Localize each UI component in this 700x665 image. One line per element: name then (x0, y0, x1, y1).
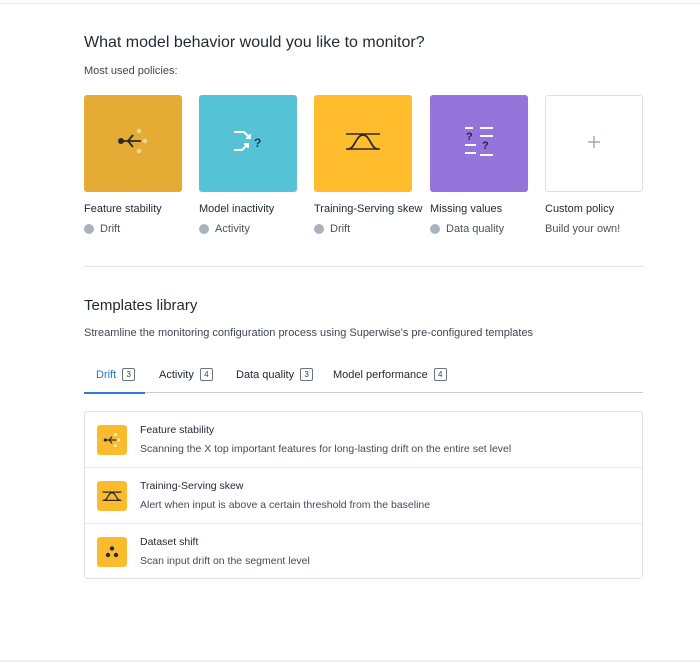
template-name: Feature stability (140, 424, 215, 436)
tab-count-badge: 4 (199, 368, 213, 381)
category-dot (84, 224, 94, 234)
category-label: Activity (215, 223, 250, 235)
category-label: Drift (330, 223, 351, 235)
svg-text:?: ? (482, 140, 489, 152)
tab-data-quality[interactable]: Data quality 3 (236, 356, 314, 393)
tab-model-performance[interactable]: Model performance 4 (333, 356, 447, 393)
plus-icon (587, 132, 601, 155)
policy-cards: Feature stability Drift ? Model inactivi… (84, 95, 643, 245)
template-list: Feature stability Scanning the X top imp… (84, 411, 643, 579)
tab-drift[interactable]: Drift 3 (83, 356, 146, 394)
policy-name: Feature stability (84, 203, 162, 215)
template-name: Dataset shift (140, 536, 199, 548)
tab-label: Data quality (236, 368, 295, 381)
policy-tile[interactable] (84, 95, 182, 192)
template-tabs: Drift 3 Activity 4 Data quality 3 Model … (83, 356, 643, 394)
section-divider (84, 266, 643, 267)
template-name: Training-Serving skew (140, 480, 244, 492)
svg-text:?: ? (466, 131, 473, 143)
most-used-label: Most used policies: (84, 65, 178, 77)
category-label: Drift (100, 223, 121, 235)
tab-label: Activity (159, 368, 194, 381)
template-row-training-serving-skew[interactable]: Training-Serving skew Alert when input i… (85, 468, 642, 524)
tab-label: Model performance (333, 368, 428, 381)
policy-name: Training-Serving skew (314, 203, 423, 215)
templates-library-title: Templates library (84, 297, 198, 314)
training-serving-skew-icon (343, 123, 383, 164)
policy-card-custom[interactable]: Custom policy Build your own! (545, 95, 643, 245)
category-label: Data quality (446, 223, 505, 235)
policy-card-model-inactivity[interactable]: ? Model inactivity Activity (199, 95, 297, 245)
top-border (0, 3, 700, 4)
tab-count-badge: 4 (433, 368, 447, 381)
policy-category: Build your own! (545, 223, 621, 235)
tab-count-badge: 3 (122, 368, 136, 381)
training-serving-skew-icon (97, 481, 127, 511)
policy-tile[interactable] (545, 95, 643, 192)
template-row-feature-stability[interactable]: Feature stability Scanning the X top imp… (85, 412, 642, 468)
dataset-shift-icon (97, 537, 127, 567)
category-dot (430, 224, 440, 234)
tab-activity[interactable]: Activity 4 (159, 356, 213, 393)
policy-category: Drift (314, 223, 350, 235)
template-description: Scanning the X top important features fo… (140, 443, 512, 455)
tab-count-badge: 3 (300, 368, 314, 381)
policy-name: Missing values (430, 203, 503, 215)
policy-tile[interactable]: ? (199, 95, 297, 192)
policy-tile[interactable] (314, 95, 412, 192)
policy-card-feature-stability[interactable]: Feature stability Drift (84, 95, 182, 245)
templates-library-description: Streamline the monitoring configuration … (84, 327, 534, 339)
policy-card-training-serving-skew[interactable]: Training-Serving skew Drift (314, 95, 422, 245)
policy-tile[interactable]: ? ? (430, 95, 528, 192)
feature-stability-icon (97, 425, 127, 455)
policy-category: Activity (199, 223, 250, 235)
svg-text:?: ? (254, 136, 261, 150)
tab-label: Drift (96, 368, 117, 381)
missing-values-icon: ? ? (461, 123, 497, 164)
category-dot (199, 224, 209, 234)
feature-stability-icon (115, 123, 151, 164)
page-title: What model behavior would you like to mo… (84, 34, 425, 51)
model-inactivity-icon: ? (230, 123, 266, 164)
policy-category: Drift (84, 223, 120, 235)
policy-card-missing-values[interactable]: ? ? Missing values Data quality (430, 95, 528, 245)
policy-name: Custom policy (545, 203, 615, 215)
category-dot (314, 224, 324, 234)
bottom-border (0, 660, 700, 662)
template-description: Alert when input is above a certain thre… (140, 499, 431, 511)
template-description: Scan input drift on the segment level (140, 555, 310, 567)
policy-name: Model inactivity (199, 203, 275, 215)
template-row-dataset-shift[interactable]: Dataset shift Scan input drift on the se… (85, 524, 642, 578)
policy-category: Data quality (430, 223, 504, 235)
